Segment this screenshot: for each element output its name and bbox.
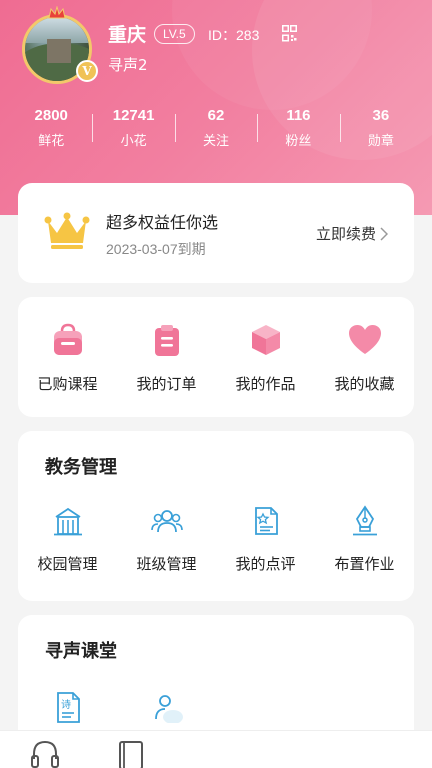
stat-label: 鲜花	[38, 134, 65, 149]
vip-verified-badge: V	[76, 60, 98, 82]
quick-label: 已购课程	[37, 375, 98, 393]
quick-label: 我的收藏	[334, 375, 395, 393]
headphones-icon[interactable]	[30, 739, 60, 768]
pen-nib-icon	[352, 505, 377, 536]
my-orders-entry[interactable]: 我的订单	[117, 297, 216, 417]
stat-value: 36	[372, 107, 390, 124]
section-title: 寻声课堂	[45, 641, 117, 662]
purchased-courses-entry[interactable]: 已购课程	[18, 297, 117, 417]
quick-label: 我的作品	[235, 375, 296, 393]
classroom-person-entry[interactable]	[117, 691, 216, 723]
stat-followers[interactable]: 116 粉丝	[257, 106, 339, 156]
grid-label: 我的点评	[235, 555, 296, 573]
poem-entry[interactable]: 诗	[18, 691, 117, 723]
stat-label: 关注	[203, 134, 230, 149]
section-title: 教务管理	[45, 457, 117, 478]
stat-flowers[interactable]: 2800 鲜花	[10, 106, 92, 156]
academic-grid: 校园管理 班级管理 我的点评 布置作业	[18, 505, 414, 574]
avatar[interactable]: V	[18, 6, 98, 86]
heart-icon	[348, 325, 381, 354]
grid-label: 布置作业	[334, 555, 395, 573]
level-badge: LV.5	[154, 24, 195, 44]
stat-label: 小花	[120, 134, 147, 149]
person-icon	[154, 695, 183, 723]
cube-icon	[251, 325, 280, 355]
clipboard-icon	[154, 325, 179, 356]
poem-char: 诗	[61, 698, 71, 711]
user-id: ID：283	[208, 27, 260, 43]
stat-medals[interactable]: 36 勋章	[339, 106, 422, 156]
quick-label: 我的订单	[136, 375, 197, 393]
classroom-grid: 诗	[18, 691, 414, 723]
stat-label: 勋章	[367, 134, 394, 149]
group-icon	[150, 510, 183, 533]
stat-value: 116	[286, 107, 311, 124]
vip-card[interactable]: 超多权益任你选 2023-03-07到期 立即续费	[18, 183, 414, 283]
stats-bar: 2800 鲜花 12741 小花 62 关注 116 粉丝 36 勋章	[10, 106, 422, 156]
vip-title: 超多权益任你选	[106, 213, 219, 232]
vip-expire-date: 2023-03-07到期	[106, 241, 206, 257]
renew-label: 立即续费	[315, 225, 376, 243]
qr-code-icon[interactable]	[282, 25, 297, 42]
user-name: 重庆	[108, 24, 147, 46]
user-subtitle: 寻声2	[108, 56, 148, 74]
stat-following[interactable]: 62 关注	[174, 106, 257, 156]
academic-management-card: 教务管理 校园管理 班级管理 我的点评 布置作业	[18, 431, 414, 601]
stat-label: 粉丝	[285, 134, 312, 149]
campus-management-entry[interactable]: 校园管理	[18, 505, 117, 574]
class-management-entry[interactable]: 班级管理	[117, 505, 216, 574]
book-icon[interactable]	[116, 739, 146, 768]
bag-icon	[53, 323, 82, 355]
stat-value: 2800	[34, 107, 68, 124]
my-reviews-entry[interactable]: 我的点评	[216, 505, 315, 574]
chevron-right-icon	[380, 226, 388, 241]
stat-value: 62	[207, 107, 225, 124]
bottom-navigation	[0, 730, 432, 768]
building-icon	[53, 507, 82, 536]
my-works-entry[interactable]: 我的作品	[216, 297, 315, 417]
stat-value: 12741	[112, 107, 155, 124]
grid-label: 校园管理	[37, 555, 98, 573]
my-favorites-entry[interactable]: 我的收藏	[315, 297, 414, 417]
assign-homework-entry[interactable]: 布置作业	[315, 505, 414, 574]
stat-small-flowers[interactable]: 12741 小花	[92, 106, 174, 156]
crown-icon	[44, 212, 90, 249]
comment-doc-icon	[254, 507, 278, 535]
quick-entry-card: 已购课程 我的订单 我的作品 我的收藏	[18, 297, 414, 417]
renew-button[interactable]: 立即续费	[316, 223, 388, 244]
avatar-frame-crown-icon	[48, 6, 66, 19]
poem-doc-icon: 诗	[56, 692, 80, 723]
grid-label: 班级管理	[136, 555, 197, 573]
